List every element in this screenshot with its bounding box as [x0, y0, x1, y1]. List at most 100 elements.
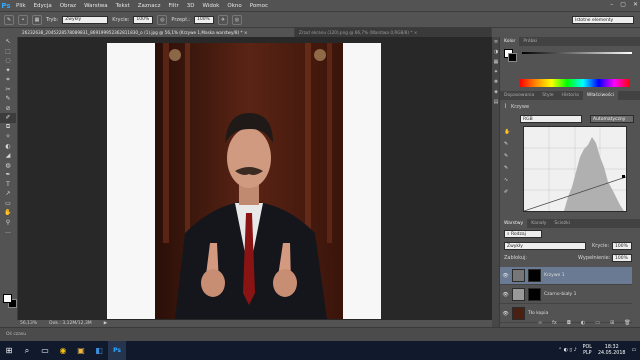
photoshop-taskbar-icon[interactable]: Ps — [108, 341, 126, 360]
minimize-button[interactable]: – — [610, 1, 613, 8]
task-view-icon[interactable]: ▭ — [36, 341, 54, 360]
character-panel-icon[interactable]: ◈ — [492, 87, 500, 97]
tab-historia[interactable]: Historia — [558, 91, 583, 100]
brush-tool-icon[interactable]: ✐ — [0, 113, 16, 123]
tab-dopasowania[interactable]: Dopasowania — [500, 91, 538, 100]
brush-tool-icon[interactable]: ✎ — [4, 14, 14, 25]
gray-point-eyedropper-icon[interactable]: ✎ — [504, 153, 510, 159]
add-mask-icon[interactable]: ◘ — [567, 320, 571, 327]
document-photo[interactable] — [155, 43, 343, 319]
quick-select-tool-icon[interactable]: ✦ — [0, 66, 16, 76]
search-icon[interactable]: ⌕ — [18, 341, 36, 360]
close-button[interactable]: ✕ — [633, 1, 638, 8]
trash-icon[interactable]: 🗑 — [624, 320, 630, 327]
curves-graph[interactable] — [523, 126, 627, 212]
target-adjust-icon[interactable]: ✋ — [504, 129, 510, 135]
gray-slider[interactable] — [522, 52, 632, 54]
close-icon[interactable]: × — [414, 30, 418, 35]
new-layer-icon[interactable]: ⊞ — [610, 320, 614, 327]
brush-panel-icon[interactable]: ✦ — [492, 67, 500, 77]
workspace-select[interactable]: Istotne elementy — [572, 16, 634, 24]
healing-tool-icon[interactable]: ⊘ — [0, 104, 16, 114]
move-tool-icon[interactable]: ↖ — [0, 37, 16, 47]
menu-okno[interactable]: Okno — [223, 3, 245, 9]
chrome-icon[interactable]: ◉ — [54, 341, 72, 360]
tab-style[interactable]: Style — [538, 91, 557, 100]
paragraph-panel-icon[interactable]: ▤ — [492, 97, 500, 107]
zoom-tool-icon[interactable]: ⚲ — [0, 218, 16, 228]
tab-kolor[interactable]: Kolor — [500, 37, 520, 46]
keyboard-layout[interactable]: PLP — [583, 351, 591, 356]
menu-widok[interactable]: Widok — [198, 3, 223, 9]
pressure-size-icon[interactable]: ◎ — [231, 14, 242, 25]
slice-tool-icon[interactable]: ✂ — [0, 85, 16, 95]
airbrush-icon[interactable]: ✈ — [217, 14, 228, 25]
layer-row[interactable]: 👁 Czarno-biały 1 — [500, 286, 632, 304]
menu-pomoc[interactable]: Pomoc — [246, 3, 272, 9]
fx-icon[interactable]: fx — [552, 320, 557, 327]
menu-tekst[interactable]: Tekst — [112, 3, 134, 9]
menu-obraz[interactable]: Obraz — [56, 3, 80, 9]
brush-preset-picker[interactable]: • — [18, 14, 28, 25]
mode-select[interactable]: Zwykły — [62, 15, 109, 24]
link-layers-icon[interactable]: ∞ — [538, 320, 542, 327]
opacity-field[interactable]: 100% — [133, 15, 154, 24]
auto-button[interactable]: Automatyczny — [590, 115, 634, 123]
close-icon[interactable]: × — [244, 30, 248, 35]
blur-tool-icon[interactable]: ◍ — [0, 161, 16, 171]
crop-tool-icon[interactable]: ⌗ — [0, 75, 16, 85]
clock-date[interactable]: 24.05.2018 — [598, 351, 625, 356]
pen-tool-icon[interactable]: ✒ — [0, 170, 16, 180]
blend-mode-select[interactable]: Zwykły — [504, 242, 586, 250]
layer-row[interactable]: 👁 Krzywe 1 — [500, 267, 632, 285]
white-point-eyedropper-icon[interactable]: ✎ — [504, 165, 510, 171]
eye-icon[interactable]: 👁 — [502, 273, 509, 279]
menu-zaznacz[interactable]: Zaznacz — [134, 3, 165, 9]
menu-warstwa[interactable]: Warstwa — [80, 3, 112, 9]
tab-document-1[interactable]: 26232638_2045228578089831_86919995236281… — [18, 28, 294, 37]
more-tools-icon[interactable]: … — [0, 227, 16, 237]
marquee-tool-icon[interactable]: ⬚ — [0, 47, 16, 57]
history-panel-icon[interactable]: ≡ — [492, 37, 500, 47]
hand-tool-icon[interactable]: ✋ — [0, 208, 16, 218]
brush-panel-icon[interactable]: ▦ — [32, 14, 42, 25]
status-arrow-icon[interactable]: ▶ — [104, 321, 107, 326]
mask-thumb[interactable] — [528, 269, 541, 282]
tab-document-2[interactable]: Zrzut ekranu (120).png @ 66,7% (Warstwa … — [295, 28, 491, 37]
fill-field[interactable]: 100% — [612, 254, 632, 262]
menu-plik[interactable]: Plik — [12, 3, 30, 9]
history-brush-tool-icon[interactable]: ✧ — [0, 132, 16, 142]
eye-icon[interactable]: 👁 — [502, 292, 509, 298]
timeline-tab[interactable]: Oś czasu — [6, 332, 26, 337]
new-fill-layer-icon[interactable]: ◐ — [581, 320, 585, 327]
tab-warstwy[interactable]: Warstwy — [500, 219, 528, 228]
shape-tool-icon[interactable]: ▭ — [0, 199, 16, 209]
path-select-tool-icon[interactable]: ↗ — [0, 189, 16, 199]
foreground-color[interactable] — [3, 294, 12, 303]
windows-start-icon[interactable]: ⊞ — [0, 341, 18, 360]
color-spectrum[interactable] — [520, 79, 630, 87]
black-point-eyedropper-icon[interactable]: ✎ — [504, 141, 510, 147]
layer-filter-select[interactable]: ⌕ Rodzaj — [504, 230, 542, 238]
zoom-level[interactable]: 56,13% — [20, 321, 37, 326]
menu-filtr[interactable]: Filtr — [165, 3, 183, 9]
swatches-panel-icon[interactable]: ▦ — [492, 57, 500, 67]
tab-kanaly[interactable]: Kanały — [527, 219, 550, 228]
notifications-icon[interactable]: ▭ — [631, 348, 636, 353]
tab-wlasciwosci[interactable]: Właściwości — [582, 91, 618, 100]
panel-background-swatch[interactable] — [508, 53, 517, 62]
tab-probki[interactable]: Próbki — [519, 37, 541, 46]
layer-opacity-field[interactable]: 100% — [612, 242, 632, 250]
tray-icons[interactable]: ⌃ ◐ ▯ ♪ — [558, 348, 576, 353]
adjust-panel-icon[interactable]: ◑ — [492, 47, 500, 57]
curve-edit-icon[interactable]: ∿ — [504, 177, 510, 183]
eye-icon[interactable]: 👁 — [502, 311, 509, 317]
tab-sciezki[interactable]: Ścieżki — [550, 219, 574, 228]
maximize-button[interactable]: ▢ — [620, 1, 626, 8]
eraser-tool-icon[interactable]: ◐ — [0, 142, 16, 152]
lasso-tool-icon[interactable]: ◌ — [0, 56, 16, 66]
eyedropper-tool-icon[interactable]: ✎ — [0, 94, 16, 104]
pressure-opacity-icon[interactable]: ◎ — [157, 14, 168, 25]
clone-panel-icon[interactable]: ❖ — [492, 77, 500, 87]
file-explorer-icon[interactable]: ▣ — [72, 341, 90, 360]
